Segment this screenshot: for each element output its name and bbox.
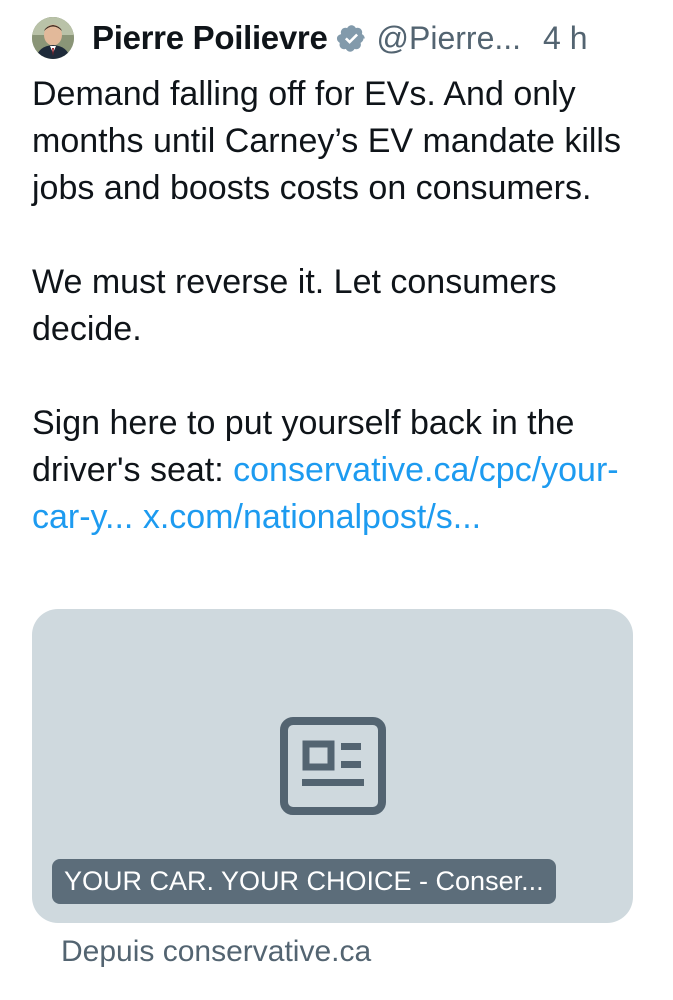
tweet[interactable]: Pierre Poilievre @Pierre... 4 h Demand f… bbox=[0, 0, 673, 1000]
card-title: YOUR CAR. YOUR CHOICE - Conser... bbox=[52, 859, 556, 904]
tweet-paragraph: Demand falling off for EVs. And only mon… bbox=[32, 75, 621, 207]
verified-badge-icon bbox=[336, 24, 365, 52]
nationalpost-link[interactable]: x.com/nationalpost/s... bbox=[143, 498, 481, 536]
display-name[interactable]: Pierre Poilievre bbox=[92, 19, 328, 57]
card-source[interactable]: Depuis conservative.ca bbox=[61, 932, 371, 972]
article-icon bbox=[280, 717, 386, 815]
tweet-header: Pierre Poilievre @Pierre... 4 h bbox=[32, 14, 642, 62]
timestamp[interactable]: 4 h bbox=[543, 20, 587, 57]
tweet-paragraph: We must reverse it. Let consumers decide… bbox=[32, 263, 557, 348]
user-handle[interactable]: @Pierre... bbox=[377, 20, 522, 57]
avatar[interactable] bbox=[32, 17, 74, 59]
tweet-paragraph: Sign here to put yourself back in the dr… bbox=[32, 400, 647, 541]
link-preview-card[interactable]: YOUR CAR. YOUR CHOICE - Conser... bbox=[32, 609, 633, 923]
tweet-text: Demand falling off for EVs. And only mon… bbox=[32, 71, 647, 541]
